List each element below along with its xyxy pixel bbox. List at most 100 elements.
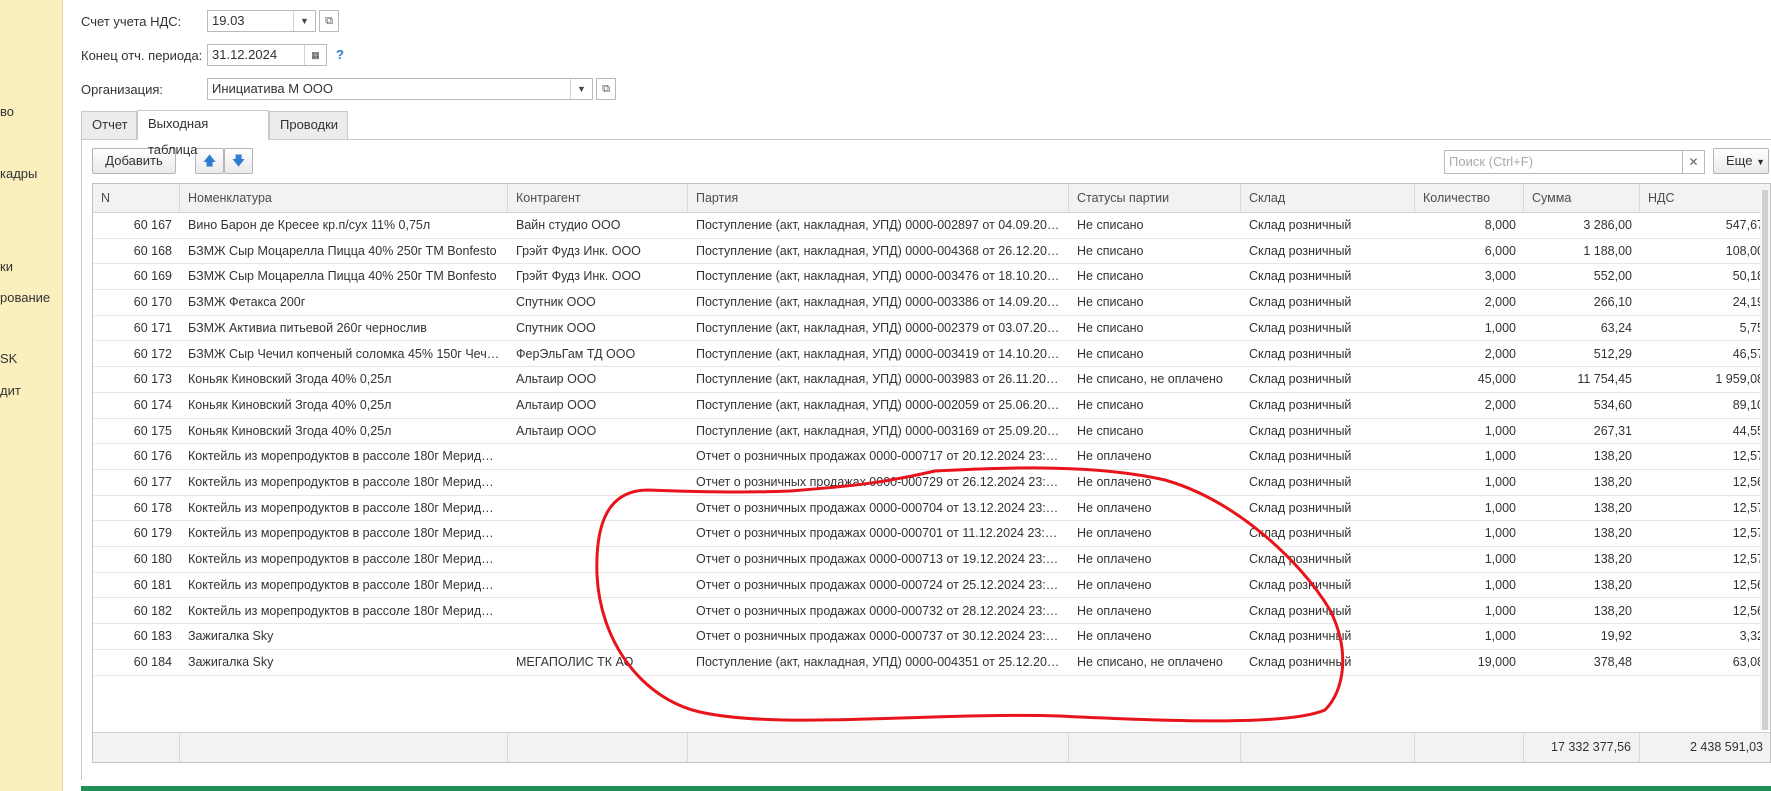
table-row[interactable]: 60 167 Вино Барон де Кресее кр.п/сух 11% … xyxy=(93,213,1770,239)
cell-n: 60 178 xyxy=(133,500,172,515)
cell-batch: Отчет о розничных продажах 0000-000717 о… xyxy=(696,449,1069,464)
column-header-quantity[interactable]: Количество xyxy=(1415,184,1524,212)
cell-quantity: 3,000 xyxy=(1484,269,1516,284)
table-row[interactable]: 60 179 Коктейль из морепродуктов в рассол… xyxy=(93,521,1770,548)
table-row[interactable]: 60 184 Зажигалка Sky МЕГАПОЛИС ТК АО Поступ… xyxy=(93,650,1770,676)
cell-batch-status: Не списано, не оплачено xyxy=(1077,372,1223,387)
cell-quantity: 1,000 xyxy=(1484,475,1516,489)
cell-vat: 12,57 xyxy=(1732,552,1764,567)
column-header-n[interactable]: N xyxy=(93,184,180,212)
table-row[interactable]: 60 176 Коктейль из морепродуктов в рассол… xyxy=(93,444,1770,470)
cell-nomenclature: Зажигалка Sky xyxy=(188,654,274,669)
section-item[interactable]: дит xyxy=(0,383,21,398)
cell-batch-status: Не списано xyxy=(1077,295,1144,310)
cell-batch: Отчет о розничных продажах 0000-000704 о… xyxy=(696,500,1069,515)
cell-n: 60 180 xyxy=(133,552,172,567)
output-table[interactable]: N Номенклатура Контрагент Партия Статусы… xyxy=(92,183,1771,763)
cell-warehouse: Склад розничный xyxy=(1249,218,1352,232)
cell-sum: 3 286,00 xyxy=(1583,218,1632,232)
cell-n: 60 174 xyxy=(133,397,172,412)
cell-sum: 138,20 xyxy=(1593,577,1632,592)
cell-counterparty xyxy=(508,444,688,469)
clear-icon[interactable]: ✕ xyxy=(1683,150,1705,174)
cell-quantity: 2,000 xyxy=(1484,295,1516,310)
help-icon[interactable]: ? xyxy=(336,47,344,62)
cell-nomenclature: Коньяк Киновский Згода 40% 0,25л xyxy=(188,397,392,412)
column-header-vat[interactable]: НДС xyxy=(1640,184,1770,212)
cell-quantity: 45,000 xyxy=(1477,372,1516,387)
cell-sum: 552,00 xyxy=(1593,269,1632,284)
table-row[interactable]: 60 180 Коктейль из морепродуктов в рассол… xyxy=(93,547,1770,573)
scrollbar-thumb[interactable] xyxy=(1762,190,1768,730)
cell-nomenclature: Коньяк Киновский Згода 40% 0,25л xyxy=(188,423,392,438)
period-end-value: 31.12.2024 xyxy=(212,47,278,62)
cell-n: 60 183 xyxy=(133,629,172,644)
table-row[interactable]: 60 182 Коктейль из морепродуктов в рассол… xyxy=(93,599,1770,625)
cell-quantity: 6,000 xyxy=(1484,243,1516,258)
cell-batch-status: Не списано xyxy=(1077,243,1144,258)
cell-quantity: 1,000 xyxy=(1484,500,1516,515)
table-row[interactable]: 60 168 БЗМЖ Сыр Моцарелла Пицца 40% 250г … xyxy=(93,239,1770,265)
cell-vat: 547,67 xyxy=(1725,218,1764,232)
cell-warehouse: Склад розничный xyxy=(1249,372,1352,387)
column-header-warehouse[interactable]: Склад xyxy=(1241,184,1415,212)
cell-n: 60 181 xyxy=(133,577,172,592)
tab-output-table[interactable]: Выходная таблица xyxy=(137,110,269,157)
column-header-nomenclature[interactable]: Номенклатура xyxy=(180,184,508,212)
tab-postings[interactable]: Проводки xyxy=(269,111,348,139)
cell-sum: 19,92 xyxy=(1600,629,1632,644)
table-row[interactable]: 60 173 Коньяк Киновский Згода 40% 0,25л Ал… xyxy=(93,367,1770,393)
table-row[interactable]: 60 169 БЗМЖ Сыр Моцарелла Пицца 40% 250г … xyxy=(93,264,1770,291)
section-item[interactable]: рование xyxy=(0,290,50,305)
column-header-batch[interactable]: Партия xyxy=(688,184,1069,212)
more-button[interactable]: Еще ▼ xyxy=(1713,148,1769,174)
column-header-counterparty[interactable]: Контрагент xyxy=(508,184,688,212)
table-row[interactable]: 60 177 Коктейль из морепродуктов в рассол… xyxy=(93,470,1770,496)
table-row[interactable]: 60 171 БЗМЖ Активиа питьевой 260г черносл… xyxy=(93,316,1770,342)
cell-vat: 50,18 xyxy=(1732,269,1764,284)
table-row[interactable]: 60 181 Коктейль из морепродуктов в рассол… xyxy=(93,573,1770,599)
cell-warehouse: Склад розничный xyxy=(1249,603,1352,618)
cell-vat: 44,55 xyxy=(1732,423,1764,438)
section-item[interactable]: кадры xyxy=(0,166,37,181)
section-item[interactable]: SK xyxy=(0,351,17,366)
table-row[interactable]: 60 170 БЗМЖ Фетакса 200г Спутник ООО Поступ… xyxy=(93,290,1770,316)
cell-counterparty: Альтаир ООО xyxy=(516,423,597,438)
cell-batch: Отчет о розничных продажах 0000-000737 о… xyxy=(696,629,1069,644)
cell-nomenclature: Вино Барон де Кресее кр.п/сух 11% 0,75л xyxy=(188,218,431,232)
calendar-icon[interactable]: ▦ xyxy=(304,45,326,65)
section-item[interactable]: во xyxy=(0,104,14,119)
cell-sum: 138,20 xyxy=(1593,475,1632,489)
table-header: N Номенклатура Контрагент Партия Статусы… xyxy=(93,184,1770,213)
dropdown-arrow-icon[interactable]: ▼ xyxy=(570,79,592,99)
section-item[interactable]: ки xyxy=(0,259,13,274)
organization-field[interactable]: Инициатива М ООО ▼ xyxy=(207,78,593,100)
move-up-icon[interactable]: 🡅 xyxy=(195,148,224,174)
table-row[interactable]: 60 172 БЗМЖ Сыр Чечил копченый соломка 45… xyxy=(93,342,1770,368)
cell-batch-status: Не списано xyxy=(1077,397,1144,412)
cell-counterparty: Вайн студио ООО xyxy=(516,218,621,232)
table-row[interactable]: 60 178 Коктейль из морепродуктов в рассол… xyxy=(93,496,1770,522)
open-icon[interactable]: ⧉ xyxy=(596,78,616,100)
table-row[interactable]: 60 174 Коньяк Киновский Згода 40% 0,25л Ал… xyxy=(93,393,1770,419)
period-end-field[interactable]: 31.12.2024 ▦ xyxy=(207,44,327,66)
search-input[interactable]: Поиск (Ctrl+F) xyxy=(1444,150,1683,174)
cell-counterparty: Грэйт Фудз Инк. ООО xyxy=(516,243,641,258)
column-header-sum[interactable]: Сумма xyxy=(1524,184,1640,212)
cell-counterparty: Спутник ООО xyxy=(516,295,596,310)
dropdown-arrow-icon[interactable]: ▼ xyxy=(293,11,315,31)
cell-vat: 12,56 xyxy=(1732,475,1764,489)
cell-batch-status: Не оплачено xyxy=(1077,577,1152,592)
table-row[interactable]: 60 175 Коньяк Киновский Згода 40% 0,25л Ал… xyxy=(93,419,1770,445)
table-row[interactable]: 60 183 Зажигалка Sky Отчет о розничных про… xyxy=(93,624,1770,650)
vat-account-field[interactable]: 19.03 ▼ xyxy=(207,10,316,32)
cell-vat: 1 959,08 xyxy=(1715,372,1764,387)
column-header-batch-status[interactable]: Статусы партии xyxy=(1069,184,1241,212)
cell-sum: 11 754,45 xyxy=(1577,372,1632,387)
cell-warehouse: Склад розничный xyxy=(1249,500,1352,515)
cell-batch: Поступление (акт, накладная, УПД) 0000-0… xyxy=(696,269,1069,284)
tab-report[interactable]: Отчет xyxy=(81,111,137,139)
move-down-icon[interactable]: 🡇 xyxy=(224,148,253,174)
open-icon[interactable]: ⧉ xyxy=(319,10,339,32)
vertical-scrollbar[interactable] xyxy=(1760,190,1770,730)
